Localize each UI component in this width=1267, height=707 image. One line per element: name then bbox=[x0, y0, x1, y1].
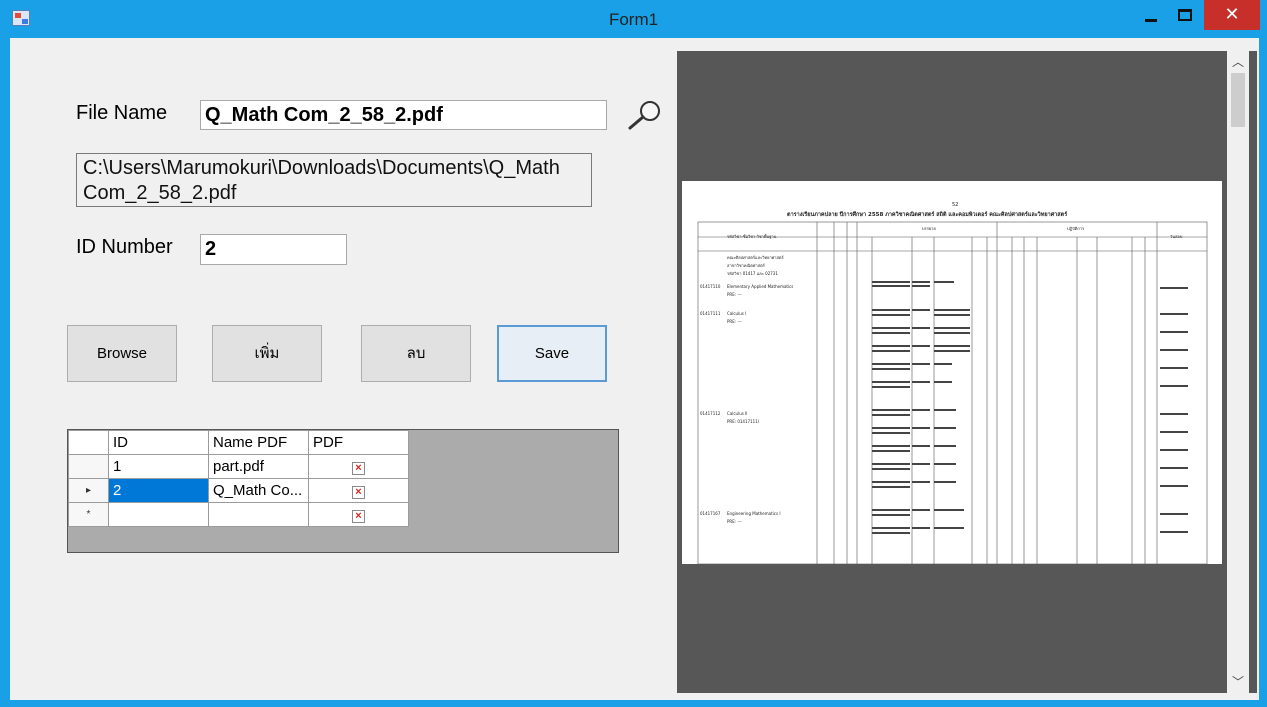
minimize-button[interactable] bbox=[1134, 0, 1168, 30]
cell-id[interactable]: 2 bbox=[108, 478, 209, 503]
pdf-faculty-line: คณะศิลปศาสตร์และวิทยาศาสตร์ bbox=[727, 255, 784, 260]
close-button[interactable]: ✕ bbox=[1204, 0, 1260, 30]
column-header-id[interactable]: ID bbox=[108, 430, 209, 455]
pdf-page: 52 ตารางเรียนภาคปลาย ปีการศึกษา 2558 ภาค… bbox=[682, 181, 1222, 564]
cell-pdf[interactable]: × bbox=[308, 502, 409, 527]
scroll-down-icon[interactable]: ﹀ bbox=[1227, 671, 1249, 693]
table-row[interactable]: ▸ 2 Q_Math Co... × bbox=[68, 478, 409, 503]
pdf-course-code: 01417111 bbox=[700, 311, 721, 316]
table-row[interactable]: 1 part.pdf × bbox=[68, 454, 409, 479]
cell-name-pdf[interactable] bbox=[208, 502, 309, 527]
maximize-button[interactable] bbox=[1168, 0, 1202, 30]
grid-header-row: ID Name PDF PDF bbox=[68, 430, 409, 455]
new-row-indicator[interactable]: * bbox=[68, 502, 109, 527]
pdf-course-pre: PRE: --- bbox=[727, 319, 742, 324]
row-header-corner bbox=[68, 430, 109, 455]
scroll-thumb[interactable] bbox=[1231, 73, 1245, 127]
save-button[interactable]: Save bbox=[497, 325, 607, 382]
current-row-indicator[interactable]: ▸ bbox=[68, 478, 109, 503]
main-window: Form1 ✕ File Name Q_Math Com_2_58_2.pdf … bbox=[0, 0, 1267, 707]
cell-id[interactable]: 1 bbox=[108, 454, 209, 479]
column-header-name[interactable]: Name PDF bbox=[208, 430, 309, 455]
pdf-course-code: 01417167 bbox=[700, 511, 721, 516]
minimize-icon bbox=[1145, 19, 1157, 22]
maximize-icon bbox=[1178, 9, 1192, 21]
broken-image-icon: × bbox=[352, 510, 365, 523]
search-button[interactable] bbox=[624, 96, 670, 134]
id-number-label: ID Number bbox=[76, 236, 173, 258]
broken-image-icon: × bbox=[352, 486, 365, 499]
pdf-course-name: Calculus I bbox=[727, 311, 747, 316]
file-path-display: C:\Users\Marumokuri\Downloads\Documents\… bbox=[76, 153, 592, 207]
form-client-area: File Name Q_Math Com_2_58_2.pdf C:\Users… bbox=[10, 38, 1259, 700]
cell-name-pdf[interactable]: Q_Math Co... bbox=[208, 478, 309, 503]
pdf-course-pre: PRE: --- bbox=[727, 519, 742, 524]
pdf-col-lecture: บรรยาย bbox=[922, 226, 936, 231]
pdf-col-course: รหัสวิชา-ชื่อวิชา-วิชาพื้นฐาน bbox=[727, 234, 777, 239]
pdf-course-name: Elementary Applied Mathematics bbox=[727, 284, 794, 289]
scroll-up-icon[interactable]: ︿ bbox=[1227, 51, 1249, 73]
pdf-faculty-line: รหัสวิชา 01417 และ 02731 bbox=[727, 271, 778, 276]
cell-name-pdf[interactable]: part.pdf bbox=[208, 454, 309, 479]
delete-button[interactable]: ลบ bbox=[361, 325, 471, 382]
file-name-label: File Name bbox=[76, 102, 168, 124]
browse-button[interactable]: Browse bbox=[67, 325, 177, 382]
pdf-course-code: 01417112 bbox=[700, 411, 721, 416]
vertical-scrollbar[interactable]: ︿ ﹀ bbox=[1227, 51, 1249, 693]
pdf-course-pre: PRE: --- bbox=[727, 292, 742, 297]
add-button[interactable]: เพิ่ม bbox=[212, 325, 322, 382]
column-header-pdf[interactable]: PDF bbox=[308, 430, 409, 455]
magnifier-icon bbox=[628, 101, 660, 130]
pdf-course-pre: PRE: 01417111/ bbox=[727, 419, 760, 424]
cell-pdf[interactable]: × bbox=[308, 454, 409, 479]
pdf-col-exam: วันสอบ bbox=[1170, 234, 1183, 239]
cell-id[interactable] bbox=[108, 502, 209, 527]
title-bar[interactable]: Form1 ✕ bbox=[0, 0, 1267, 38]
pdf-col-lab: ปฏิบัติการ bbox=[1067, 226, 1085, 231]
broken-image-icon: × bbox=[352, 462, 365, 475]
pdf-course-name: Calculus II bbox=[727, 411, 748, 416]
cell-pdf[interactable]: × bbox=[308, 478, 409, 503]
pdf-faculty-line: สาขาวิชาคณิตศาสตร์ bbox=[727, 263, 765, 268]
pdf-viewer[interactable]: 52 ตารางเรียนภาคปลาย ปีการศึกษา 2558 ภาค… bbox=[677, 51, 1257, 693]
pdf-course-code: 01417110 bbox=[700, 284, 721, 289]
file-name-input[interactable]: Q_Math Com_2_58_2.pdf bbox=[200, 100, 607, 130]
window-title: Form1 bbox=[608, 10, 659, 29]
pdf-data-grid[interactable]: ID Name PDF PDF 1 part.pdf × ▸ 2 Q_Math … bbox=[67, 429, 619, 553]
id-number-input[interactable]: 2 bbox=[200, 234, 347, 265]
new-row[interactable]: * × bbox=[68, 502, 409, 527]
row-header[interactable] bbox=[68, 454, 109, 479]
pdf-course-name: Engineering Mathematics I bbox=[727, 511, 781, 516]
